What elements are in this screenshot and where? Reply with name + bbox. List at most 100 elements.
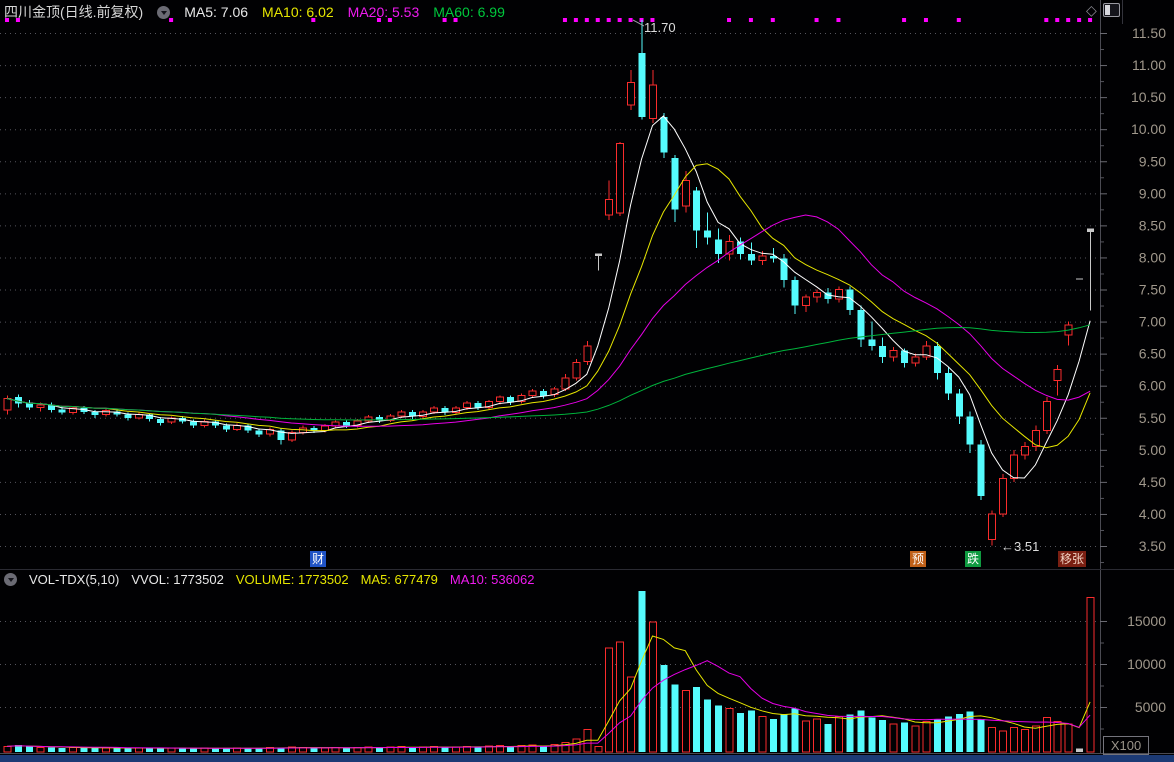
volume-bar[interactable]	[901, 722, 909, 752]
volume-bar[interactable]	[134, 747, 143, 753]
volume-bar[interactable]	[3, 745, 12, 753]
candle[interactable]	[671, 154, 679, 223]
volume-bar[interactable]	[113, 748, 121, 752]
volume-bar[interactable]	[255, 748, 263, 752]
volume-bar[interactable]	[911, 725, 920, 753]
volume-bar[interactable]	[922, 721, 931, 753]
candle[interactable]	[255, 428, 263, 437]
candle[interactable]	[627, 70, 636, 110]
volume-bar[interactable]	[791, 708, 799, 752]
horizontal-scrollbar[interactable]	[0, 755, 1174, 762]
candle[interactable]	[988, 510, 997, 546]
volume-bar[interactable]	[80, 747, 88, 752]
candle[interactable]	[211, 420, 219, 429]
candle[interactable]	[704, 212, 712, 245]
volume-bar[interactable]	[36, 746, 45, 753]
volume-bar[interactable]	[47, 747, 55, 752]
candle[interactable]	[834, 286, 843, 303]
candle[interactable]	[999, 474, 1008, 518]
candle[interactable]	[802, 294, 811, 312]
candle[interactable]	[507, 395, 515, 405]
volume-bar[interactable]	[375, 747, 383, 752]
volume-bar[interactable]	[999, 730, 1008, 753]
volume-bar[interactable]	[605, 647, 614, 753]
volume-bar[interactable]	[681, 690, 690, 753]
candle[interactable]	[287, 430, 296, 443]
volume-bar[interactable]	[408, 747, 416, 752]
candle[interactable]	[200, 419, 209, 428]
volume-bar[interactable]	[868, 717, 876, 752]
candle[interactable]	[747, 242, 755, 266]
volume-bar[interactable]	[769, 719, 777, 752]
candle[interactable]	[528, 388, 537, 398]
volume-bar[interactable]	[1086, 596, 1095, 753]
volume-bar[interactable]	[452, 746, 461, 753]
candle[interactable]	[1076, 278, 1084, 280]
volume-bar[interactable]	[693, 687, 701, 752]
volume-bar[interactable]	[747, 710, 755, 752]
candle[interactable]	[616, 142, 625, 216]
volume-bar[interactable]	[1064, 723, 1073, 753]
volume-bar[interactable]	[813, 718, 822, 753]
volume-bar[interactable]	[977, 719, 985, 752]
candle[interactable]	[1064, 321, 1073, 346]
volume-bar[interactable]	[540, 746, 548, 752]
candle[interactable]	[966, 411, 974, 454]
volume-bar[interactable]	[715, 705, 723, 752]
volume-bar[interactable]	[222, 748, 230, 752]
volume-bar[interactable]	[25, 746, 33, 752]
candle[interactable]	[780, 254, 788, 288]
volume-bar[interactable]	[146, 748, 154, 752]
candle[interactable]	[846, 286, 854, 316]
volume-bar[interactable]	[638, 590, 646, 752]
volume-bar[interactable]	[933, 719, 941, 752]
candle[interactable]	[517, 393, 526, 404]
volume-bar[interactable]	[233, 747, 242, 753]
candle[interactable]	[813, 289, 822, 303]
diamond-marker-icon[interactable]: ◇	[1086, 2, 1097, 18]
volume-bar[interactable]	[441, 747, 449, 752]
volume-bar[interactable]	[846, 714, 854, 752]
candle[interactable]	[769, 247, 777, 263]
collapse-main-panel-icon[interactable]	[157, 5, 171, 19]
candle[interactable]	[605, 180, 614, 221]
candle[interactable]	[857, 305, 865, 348]
candle[interactable]	[550, 386, 559, 398]
volume-bar[interactable]	[69, 746, 78, 753]
candle[interactable]	[583, 340, 592, 366]
candle[interactable]	[25, 399, 33, 411]
volume-bar[interactable]	[671, 684, 679, 752]
volume-bar[interactable]	[834, 715, 843, 753]
volume-bar[interactable]	[189, 748, 197, 752]
candle[interactable]	[638, 20, 646, 120]
volume-bar[interactable]	[124, 748, 132, 752]
volume-bar[interactable]	[725, 708, 734, 753]
candle[interactable]	[693, 186, 701, 248]
volume-bar[interactable]	[1076, 748, 1084, 752]
candle[interactable]	[386, 413, 395, 423]
volume-bar[interactable]	[704, 699, 712, 752]
volume-bar[interactable]	[736, 713, 744, 752]
volume-bar[interactable]	[802, 720, 811, 753]
candle[interactable]	[889, 347, 898, 362]
candle[interactable]	[1031, 425, 1040, 452]
candle[interactable]	[167, 416, 176, 425]
candle[interactable]	[648, 70, 657, 123]
event-tag-rise[interactable]: 移张	[1058, 551, 1087, 567]
volume-bar[interactable]	[167, 747, 176, 753]
candle[interactable]	[791, 276, 799, 314]
volume-bar[interactable]	[157, 748, 165, 752]
candle[interactable]	[101, 408, 110, 417]
candle[interactable]	[1087, 228, 1095, 311]
volume-bar[interactable]	[594, 746, 603, 753]
event-tag-finance[interactable]: 财	[310, 551, 327, 567]
candle[interactable]	[408, 410, 416, 420]
candle[interactable]	[1020, 442, 1029, 460]
candle[interactable]	[594, 253, 602, 271]
candle[interactable]	[266, 427, 275, 437]
candle[interactable]	[911, 353, 920, 367]
volume-bar[interactable]	[101, 747, 110, 753]
volume-bar[interactable]	[474, 747, 482, 752]
volume-bar[interactable]	[1009, 727, 1018, 753]
candle[interactable]	[1053, 365, 1062, 396]
